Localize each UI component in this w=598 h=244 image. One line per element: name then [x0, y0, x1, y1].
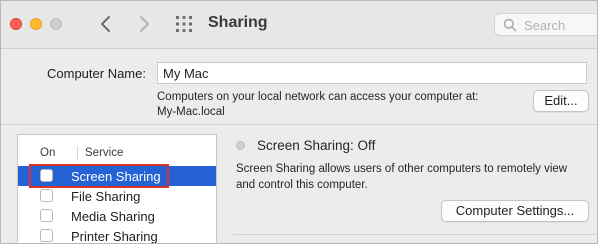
- search-placeholder: Search: [524, 18, 566, 33]
- service-label: Printer Sharing: [71, 229, 158, 244]
- service-status: Screen Sharing: Off: [257, 138, 376, 153]
- local-hostname: My-Mac.local: [157, 106, 225, 118]
- network-info-text: Computers on your local network can acce…: [157, 91, 479, 103]
- media-sharing-checkbox[interactable]: [40, 209, 53, 222]
- chevron-right-icon: [140, 16, 149, 32]
- column-header-on[interactable]: On: [40, 147, 55, 159]
- window-title: Sharing: [208, 14, 268, 31]
- section-divider: [1, 124, 597, 125]
- service-row-file-sharing[interactable]: File Sharing: [18, 186, 216, 206]
- description-line: and control this computer.: [236, 178, 368, 191]
- file-sharing-checkbox[interactable]: [40, 189, 53, 202]
- search-icon: [503, 18, 517, 32]
- chevron-left-icon: [101, 16, 110, 32]
- computer-settings-button[interactable]: Computer Settings...: [441, 200, 589, 222]
- computer-name-field[interactable]: My Mac: [157, 62, 587, 84]
- zoom-window-button[interactable]: [50, 18, 62, 30]
- close-window-button[interactable]: [10, 18, 22, 30]
- status-indicator-icon: [236, 141, 245, 150]
- service-row-media-sharing[interactable]: Media Sharing: [18, 206, 216, 226]
- show-all-button[interactable]: [174, 15, 194, 33]
- pane-divider: [233, 234, 597, 235]
- title-bar: Sharing Search: [1, 1, 597, 49]
- edit-button[interactable]: Edit...: [533, 90, 589, 112]
- service-list-header: On Service: [18, 135, 216, 165]
- minimize-window-button[interactable]: [30, 18, 42, 30]
- column-header-service[interactable]: Service: [85, 147, 123, 159]
- sharing-window: Sharing Search Computer Name: My Mac Com…: [0, 0, 598, 244]
- back-button[interactable]: [96, 13, 116, 35]
- grid-icon: [176, 16, 192, 32]
- computer-name-label: Computer Name:: [47, 66, 146, 81]
- service-list: On Service Screen Sharing File Sharing M…: [17, 134, 217, 244]
- printer-sharing-checkbox[interactable]: [40, 229, 53, 242]
- search-field[interactable]: Search: [494, 13, 597, 36]
- service-description: Screen Sharing allows users of other com…: [236, 162, 567, 193]
- service-label: File Sharing: [71, 189, 141, 204]
- service-label: Media Sharing: [71, 209, 155, 224]
- service-row-printer-sharing[interactable]: Printer Sharing: [18, 226, 216, 244]
- network-address-info: Computers on your local network can acce…: [157, 90, 479, 120]
- column-separator: [77, 146, 78, 160]
- description-line: Screen Sharing allows users of other com…: [236, 163, 568, 175]
- annotation-highlight-box: [29, 164, 169, 188]
- forward-button[interactable]: [134, 13, 154, 35]
